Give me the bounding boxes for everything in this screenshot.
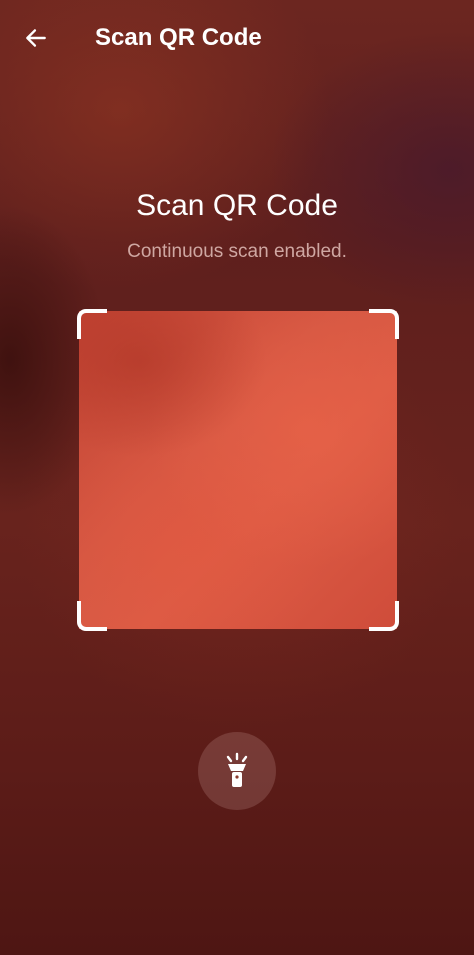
viewfinder-corner-bottom-right — [369, 601, 399, 631]
scan-qr-screen: Scan QR Code Scan QR Code Continuous sca… — [0, 0, 474, 955]
viewfinder-corner-bottom-left — [77, 601, 107, 631]
app-bar-title: Scan QR Code — [95, 24, 262, 51]
arrow-left-icon — [26, 29, 46, 47]
flashlight-toggle-button[interactable] — [198, 732, 276, 810]
app-bar: Scan QR Code — [0, 0, 474, 76]
scan-status-text: Continuous scan enabled. — [127, 241, 347, 262]
scan-heading: Scan QR Code — [136, 189, 338, 222]
scan-viewfinder — [77, 309, 399, 631]
viewfinder-corner-top-right — [369, 309, 399, 339]
back-button[interactable] — [18, 20, 54, 56]
camera-preview — [79, 311, 397, 629]
flashlight-icon — [226, 752, 248, 787]
viewfinder-corner-top-left — [77, 309, 107, 339]
